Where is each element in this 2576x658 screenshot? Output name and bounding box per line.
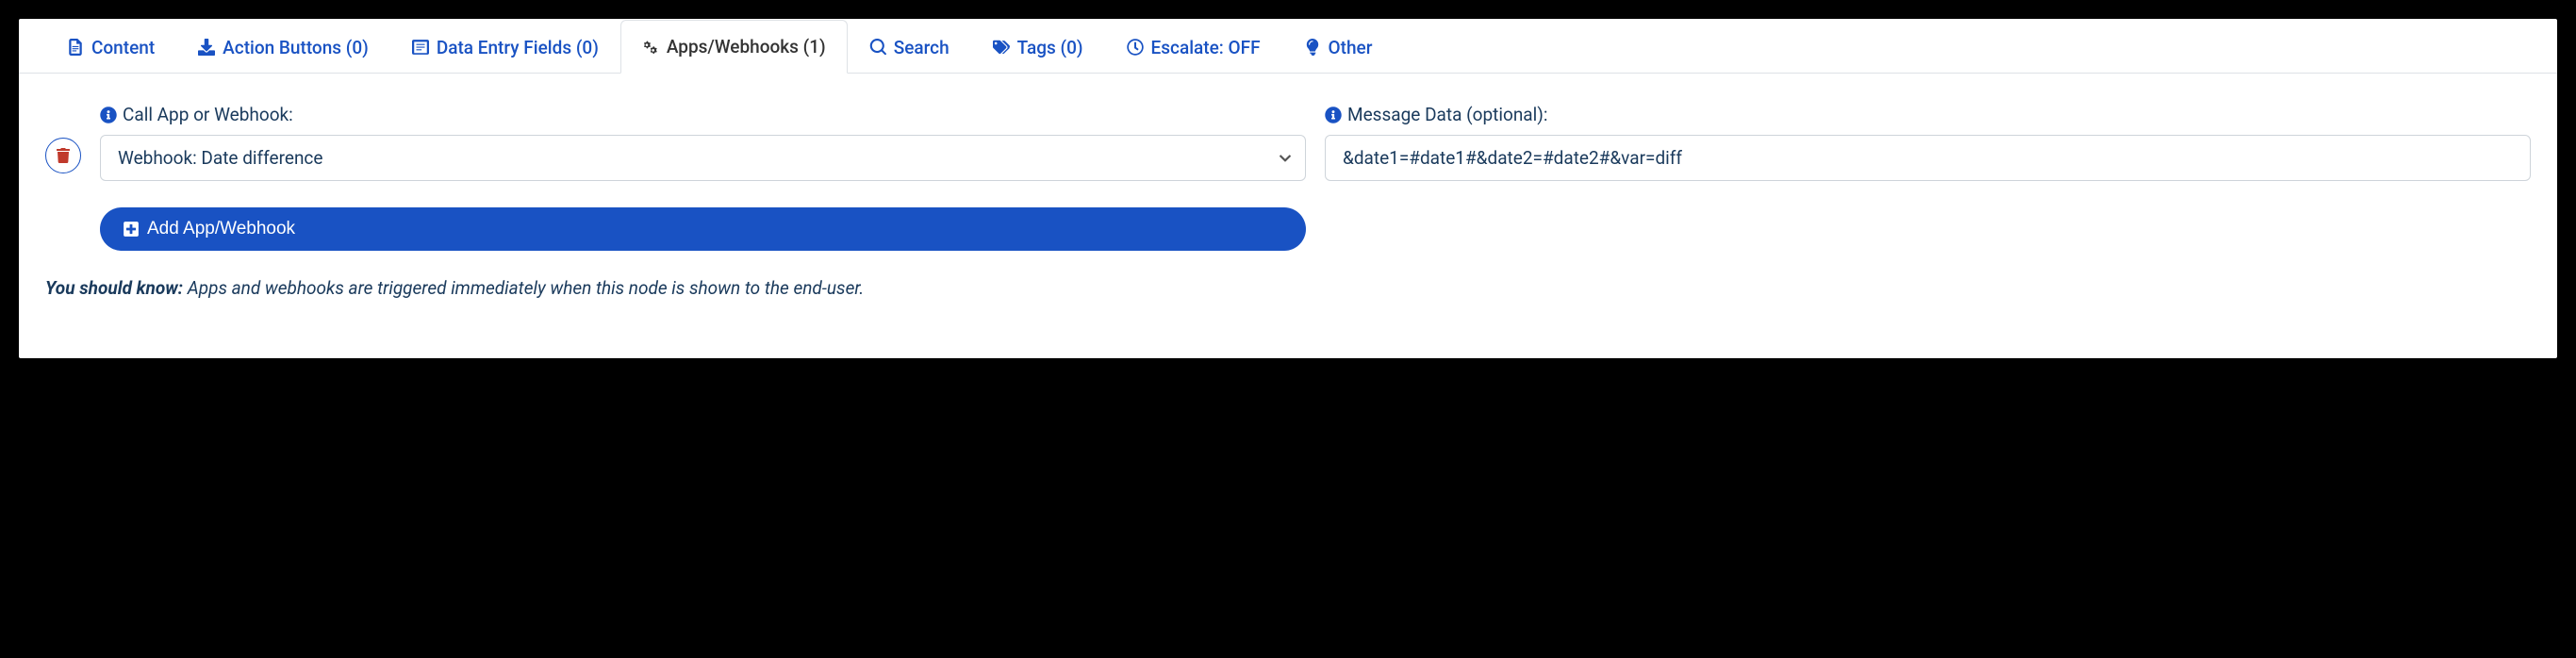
tab-data-entry[interactable]: Data Entry Fields (0) (390, 21, 620, 74)
tab-action-buttons[interactable]: Action Buttons (0) (176, 21, 390, 74)
search-icon (869, 39, 886, 56)
message-data-input[interactable] (1325, 135, 2531, 181)
tab-escalate[interactable]: Escalate: OFF (1105, 21, 1282, 74)
main-panel: Content Action Buttons (0) Data Entry Fi… (19, 19, 2557, 358)
call-app-field: Call App or Webhook: Webhook: Date diffe… (100, 104, 1306, 251)
trash-icon (56, 148, 71, 163)
form-icon (412, 39, 429, 56)
info-icon (100, 107, 117, 123)
webhook-row: Call App or Webhook: Webhook: Date diffe… (45, 104, 2531, 251)
add-app-webhook-button[interactable]: Add App/Webhook (100, 207, 1306, 251)
message-data-field: Message Data (optional): (1325, 104, 2531, 181)
call-app-label: Call App or Webhook: (100, 104, 1306, 125)
tab-search[interactable]: Search (848, 21, 971, 74)
tab-label: Other (1329, 37, 1373, 58)
info-icon (1325, 107, 1342, 123)
webhook-select[interactable]: Webhook: Date difference (100, 135, 1306, 181)
file-icon (67, 39, 84, 56)
gears-icon (642, 39, 659, 56)
label-text: Message Data (optional): (1347, 104, 1547, 125)
tags-icon (993, 39, 1010, 56)
chevron-down-icon (1279, 152, 1292, 165)
tab-tags[interactable]: Tags (0) (971, 21, 1105, 74)
message-data-label: Message Data (optional): (1325, 104, 2531, 125)
download-icon (198, 39, 215, 56)
plus-square-icon (123, 221, 140, 238)
label-text: Call App or Webhook: (123, 104, 293, 125)
tab-label: Data Entry Fields (0) (437, 37, 599, 58)
tab-other[interactable]: Other (1282, 21, 1395, 74)
tab-label: Escalate: OFF (1151, 37, 1261, 58)
note-prefix: You should know: (45, 277, 183, 299)
tabs-bar: Content Action Buttons (0) Data Entry Fi… (19, 19, 2557, 74)
tab-content[interactable]: Content (45, 21, 176, 74)
note-text: Apps and webhooks are triggered immediat… (183, 277, 864, 299)
button-label: Add App/Webhook (147, 219, 295, 239)
clock-icon (1127, 39, 1144, 56)
info-note: You should know: Apps and webhooks are t… (45, 277, 2531, 299)
tab-label: Apps/Webhooks (1) (667, 36, 826, 58)
tab-label: Search (894, 37, 949, 58)
tab-label: Action Buttons (0) (223, 37, 369, 58)
lightbulb-icon (1304, 39, 1321, 56)
delete-button[interactable] (45, 138, 81, 173)
tab-content-area: Call App or Webhook: Webhook: Date diffe… (19, 74, 2557, 318)
tab-apps-webhooks[interactable]: Apps/Webhooks (1) (620, 20, 848, 74)
tab-label: Tags (0) (1017, 37, 1083, 58)
tab-label: Content (91, 37, 155, 58)
select-value: Webhook: Date difference (118, 147, 322, 169)
